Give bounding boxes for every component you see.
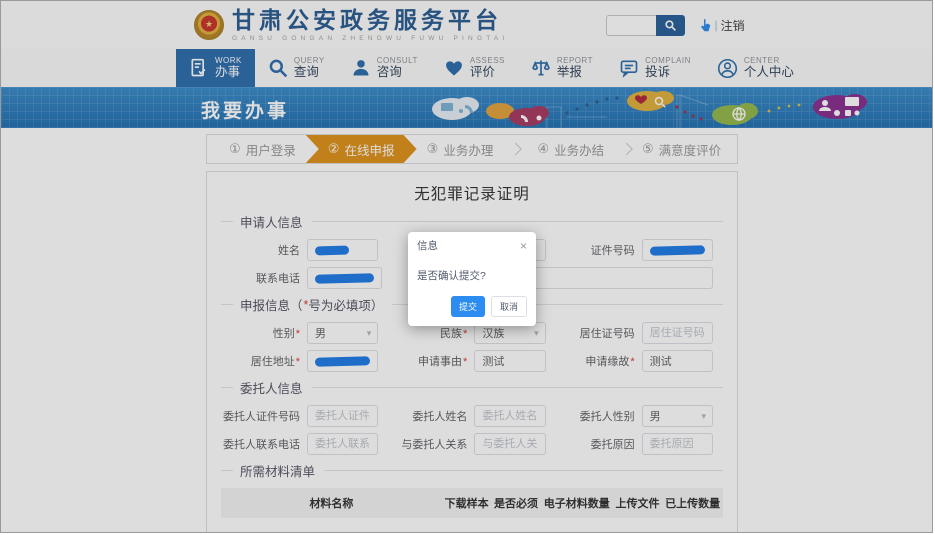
confirm-dialog: 信息 × 是否确认提交? 提交 取消 (408, 232, 536, 326)
close-icon[interactable]: × (520, 240, 527, 252)
dialog-message: 是否确认提交? (417, 270, 486, 282)
dialog-cancel-button[interactable]: 取消 (490, 296, 527, 317)
dialog-title: 信息 (417, 240, 438, 252)
app-window: ★ 甘肃公安政务服务平台 GANSU GONGAN ZHENGWU FUWU P… (0, 0, 933, 533)
dialog-submit-button[interactable]: 提交 (450, 296, 485, 317)
